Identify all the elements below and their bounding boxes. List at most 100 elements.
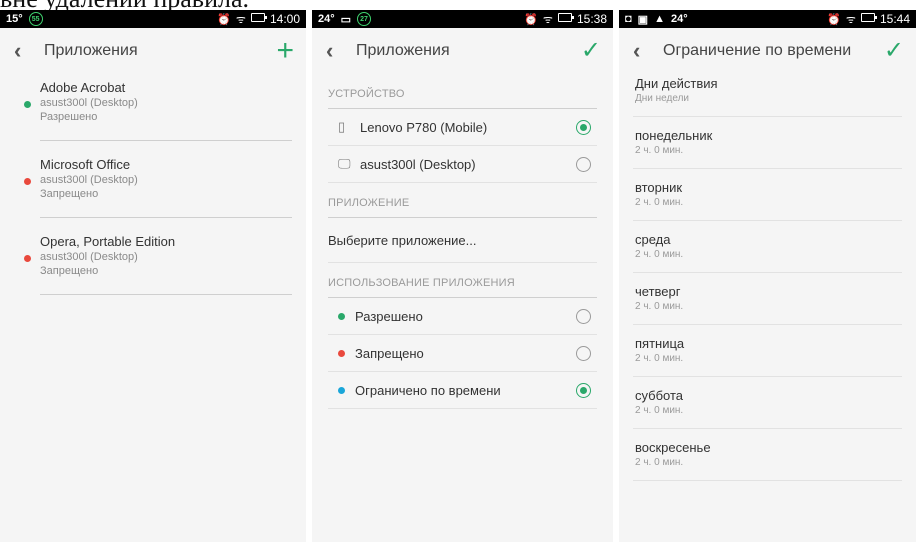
day-row[interactable]: понедельник 2 ч. 0 мин. [633,117,902,169]
radio-button[interactable] [576,308,591,324]
radio-button[interactable] [576,156,591,172]
list-item[interactable]: Microsoft Office asust300l (Desktop) Зап… [24,151,292,218]
status-bar: 24° ▭ 27 ⏰ ᯤ 15:38 [312,10,613,28]
day-row[interactable]: среда 2 ч. 0 мин. [633,221,902,273]
battery-icon [860,13,877,25]
section-header-app: ПРИЛОЖЕНИЕ [328,197,410,209]
radio-button[interactable] [576,345,591,361]
status-bar: 15° 55 ⏰ ᯤ 14:00 [0,10,306,28]
app-device: asust300l (Desktop) [40,251,138,263]
page-title: Приложения [44,42,138,59]
usage-option[interactable]: Запрещено [328,335,597,372]
warning-icon: ▲ [654,13,665,25]
back-icon[interactable]: ‹ [633,40,655,62]
time-limit-screen: ◘ ▣ ▲ 24° ⏰ ᯤ 15:44 ‹ Ограничение по вре… [619,10,916,542]
status-dot [24,101,31,108]
app-name: Microsoft Office [40,157,131,172]
day-limit: 2 ч. 0 мин. [635,249,684,260]
message-icon: ◘ [625,13,632,25]
day-limit: 2 ч. 0 мин. [635,197,684,208]
status-dot [24,178,31,185]
device-option[interactable]: ▯ Lenovo P780 (Mobile) [328,109,597,146]
image-icon: ▭ [340,13,352,26]
choose-app-field[interactable]: Выберите приложение... [328,218,597,263]
day-row[interactable]: вторник 2 ч. 0 мин. [633,169,902,221]
alarm-icon: ⏰ [524,13,538,26]
days-header: Дни действия [635,76,718,91]
usage-option[interactable]: Ограничено по времени [328,372,597,409]
usage-label: Разрешено [355,308,423,324]
panel-divider [613,10,619,542]
day-name: понедельник [635,128,713,143]
day-name: среда [635,232,671,247]
notification-badge: 27 [357,12,372,26]
day-name: четверг [635,284,681,299]
clock: 15:44 [879,12,910,26]
app-status: Запрещено [40,188,99,200]
page-title: Ограничение по времени [663,42,852,59]
add-rule-screen: 24° ▭ 27 ⏰ ᯤ 15:38 ‹ Приложения ✓ УСТРОЙ… [312,10,613,542]
back-icon[interactable]: ‹ [326,40,348,62]
status-dot [24,255,31,262]
radio-button[interactable] [576,119,591,135]
toolbar: ‹ Приложения ✓ [312,28,613,74]
section-header-usage: ИСПОЛЬЗОВАНИЕ ПРИЛОЖЕНИЯ [328,277,515,289]
day-limit: 2 ч. 0 мин. [635,405,684,416]
radio-button[interactable] [576,382,591,398]
apps-list: Adobe Acrobat asust300l (Desktop) Разреш… [0,74,306,295]
checkmark-icon[interactable]: ✓ [884,39,904,63]
day-limit: 2 ч. 0 мин. [635,457,684,468]
app-status: Запрещено [40,265,99,277]
list-item[interactable]: Opera, Portable Edition asust300l (Deskt… [24,228,292,295]
status-dot [338,386,345,394]
day-name: пятница [635,336,685,351]
app-device: asust300l (Desktop) [40,174,138,186]
device-label: Lenovo P780 (Mobile) [360,119,488,135]
back-icon[interactable]: ‹ [14,40,36,62]
temperature: 15° [6,13,23,25]
day-name: воскресенье [635,440,711,455]
status-bar: ◘ ▣ ▲ 24° ⏰ ᯤ 15:44 [619,10,916,28]
clock: 15:38 [576,12,607,26]
checkmark-icon[interactable]: ✓ [581,39,601,63]
day-name: вторник [635,180,683,195]
status-dot [338,349,345,357]
temperature: 24° [670,13,688,25]
desktop-icon: 🖵 [338,156,351,171]
alarm-icon: ⏰ [217,13,231,26]
alarm-icon: ⏰ [827,13,841,26]
day-limit: 2 ч. 0 мин. [635,301,684,312]
image-icon: ▣ [637,13,649,26]
wifi-signal-icon: ᯤ [542,13,553,26]
app-device: asust300l (Desktop) [40,97,138,109]
battery-icon [557,13,574,25]
mobile-icon: ▯ [338,119,346,134]
notification-badge: 55 [28,12,43,26]
day-row[interactable]: суббота 2 ч. 0 мин. [633,377,902,429]
wifi-signal-icon: ᯤ [235,13,246,26]
day-limit: 2 ч. 0 мин. [635,353,684,364]
list-item[interactable]: Adobe Acrobat asust300l (Desktop) Разреш… [24,74,292,141]
section-header-device: УСТРОЙСТВО [328,88,405,100]
page-title: Приложения [356,42,450,59]
toolbar: ‹ Ограничение по времени ✓ [619,28,916,74]
day-row[interactable]: воскресенье 2 ч. 0 мин. [633,429,902,481]
temperature: 24° [318,13,335,25]
day-name: суббота [635,388,684,403]
apps-list-screen: 15° 55 ⏰ ᯤ 14:00 ‹ Приложения + Adobe Ac… [0,10,306,542]
usage-option[interactable]: Разрешено [328,298,597,335]
clock: 14:00 [269,12,300,26]
day-row[interactable]: пятница 2 ч. 0 мин. [633,325,902,377]
days-setting[interactable]: Дни действия Дни недели [633,74,902,117]
device-label: asust300l (Desktop) [360,156,476,172]
usage-label: Ограничено по времени [355,382,501,398]
day-limit: 2 ч. 0 мин. [635,145,684,156]
day-row[interactable]: четверг 2 ч. 0 мин. [633,273,902,325]
toolbar: ‹ Приложения + [0,28,306,74]
add-icon[interactable]: + [276,36,294,66]
panel-divider [306,10,312,542]
wifi-signal-icon: ᯤ [845,13,856,26]
app-name: Adobe Acrobat [40,80,126,95]
device-option[interactable]: 🖵 asust300l (Desktop) [328,146,597,183]
app-name: Opera, Portable Edition [40,234,176,249]
